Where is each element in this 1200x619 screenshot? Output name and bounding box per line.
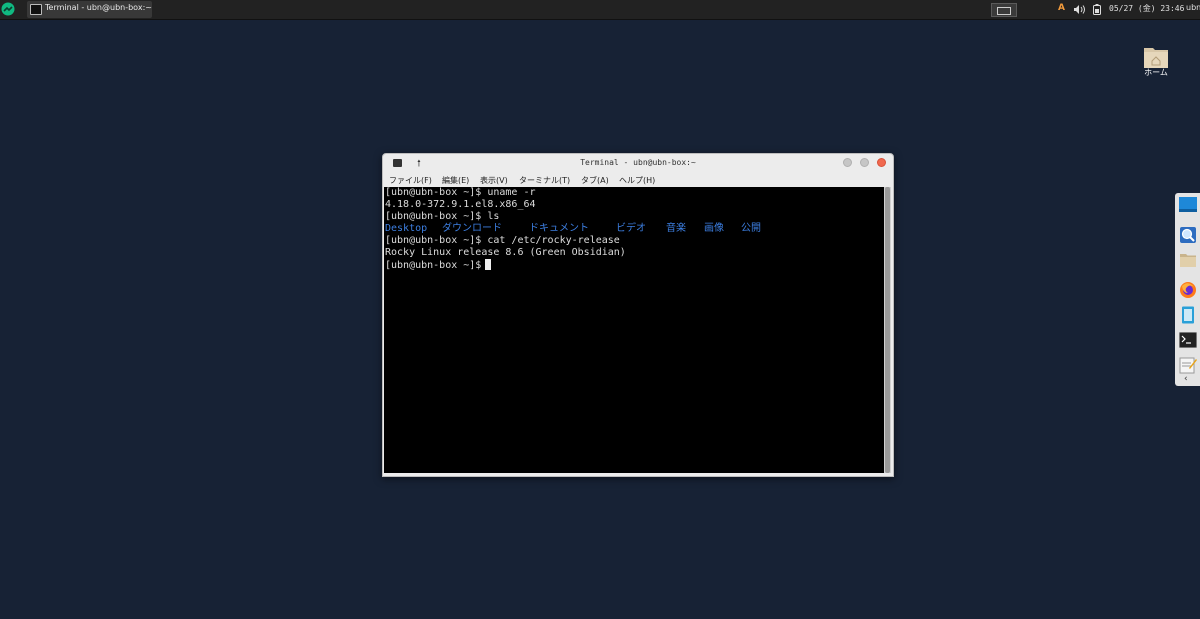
terminal-icon[interactable] bbox=[1179, 331, 1197, 349]
mousepad-icon[interactable] bbox=[1179, 306, 1197, 324]
terminal-cursor bbox=[485, 259, 492, 270]
terminal-window: 🠕 Terminal - ubn@ubn-box:~ ファイル(F) 編集(E)… bbox=[382, 153, 894, 477]
dock: ‹ bbox=[1175, 193, 1200, 386]
input-method-indicator[interactable]: A bbox=[1058, 3, 1065, 13]
terminal-line: [ubn@ubn-box ~]$ cat /etc/rocky-release bbox=[385, 235, 620, 246]
terminal-output[interactable]: [ubn@ubn-box ~]$ uname -r 4.18.0-372.9.1… bbox=[384, 187, 884, 473]
menu-help[interactable]: ヘルプ(H) bbox=[619, 175, 655, 186]
ls-entry: ドキュメント bbox=[529, 223, 589, 234]
close-button[interactable] bbox=[877, 158, 886, 167]
ls-entry: Desktop bbox=[385, 223, 428, 234]
desktop-icon[interactable] bbox=[1179, 196, 1197, 214]
ls-entry: ダウンロード bbox=[442, 223, 502, 234]
maximize-button[interactable] bbox=[860, 158, 869, 167]
battery-icon[interactable] bbox=[1092, 4, 1102, 15]
window-title: Terminal - ubn@ubn-box:~ bbox=[580, 158, 696, 167]
terminal-icon bbox=[30, 4, 42, 15]
terminal-line: [ubn@ubn-box ~]$ uname -r bbox=[385, 187, 536, 198]
terminal-line: 4.18.0-372.9.1.el8.x86_64 bbox=[385, 199, 536, 210]
files-icon[interactable] bbox=[1179, 251, 1197, 269]
taskbar-item-terminal[interactable]: Terminal - ubn@ubn-box:~ bbox=[27, 1, 152, 18]
ls-entry: 音楽 bbox=[666, 223, 686, 234]
notes-icon[interactable] bbox=[1179, 356, 1197, 374]
dock-collapse-icon[interactable]: ‹ bbox=[1184, 374, 1188, 384]
titlebar[interactable]: 🠕 Terminal - ubn@ubn-box:~ bbox=[383, 154, 893, 172]
volume-icon[interactable] bbox=[1073, 4, 1087, 15]
terminal-prompt: [ubn@ubn-box ~]$ bbox=[385, 260, 482, 271]
clock[interactable]: 05/27 (金) 23:46 bbox=[1109, 3, 1184, 14]
ls-entry: 公開 bbox=[741, 223, 761, 234]
terminal-line: [ubn@ubn-box ~]$ ls bbox=[385, 211, 500, 222]
search-icon[interactable] bbox=[1179, 226, 1197, 244]
ls-entry: ビデオ bbox=[616, 223, 646, 234]
workspace-switcher[interactable] bbox=[991, 3, 1017, 17]
scrollbar-thumb[interactable] bbox=[885, 187, 890, 473]
menubar: ファイル(F) 編集(E) 表示(V) ターミナル(T) タブ(A) ヘルプ(H… bbox=[383, 173, 893, 187]
scrollbar[interactable] bbox=[884, 187, 891, 473]
menu-edit[interactable]: 編集(E) bbox=[442, 175, 469, 186]
terminal-prompt-line: [ubn@ubn-box ~]$ bbox=[385, 259, 492, 272]
menu-file[interactable]: ファイル(F) bbox=[389, 175, 432, 186]
firefox-icon[interactable] bbox=[1179, 281, 1197, 299]
minimize-button[interactable] bbox=[843, 158, 852, 167]
top-panel: Terminal - ubn@ubn-box:~ A 05/27 (金) 23:… bbox=[0, 0, 1200, 20]
taskbar-item-label: Terminal - ubn@ubn-box:~ bbox=[45, 3, 152, 12]
home-folder-label[interactable]: ホーム bbox=[1136, 67, 1176, 78]
menu-view[interactable]: 表示(V) bbox=[480, 175, 508, 186]
user-menu[interactable]: ubn bbox=[1186, 3, 1200, 12]
rocky-menu-icon[interactable] bbox=[1, 2, 15, 16]
ls-entry: 画像 bbox=[704, 223, 724, 234]
menu-tabs[interactable]: タブ(A) bbox=[581, 175, 609, 186]
menu-terminal[interactable]: ターミナル(T) bbox=[519, 175, 570, 186]
terminal-line: Rocky Linux release 8.6 (Green Obsidian) bbox=[385, 247, 626, 258]
